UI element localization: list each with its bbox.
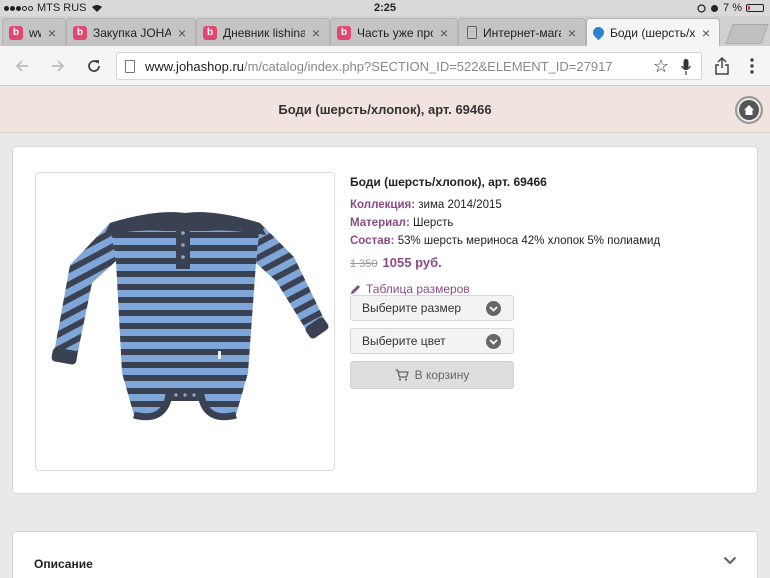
b-logo-icon: b	[9, 25, 23, 40]
tab-3[interactable]: b Дневник lishina ×	[196, 18, 330, 46]
composition-value: 53% шерсть мериноса 42% хлопок 5% полиам…	[397, 235, 661, 247]
b-logo-icon: b	[337, 25, 351, 40]
price-row: 1 350 1055 руб.	[350, 255, 740, 270]
tab-6-active[interactable]: Боди (шерсть/хло ×	[586, 18, 720, 46]
cart-icon	[395, 369, 409, 381]
product-info: Боди (шерсть/хлопок), арт. 69466 Коллекц…	[350, 175, 740, 296]
color-select-label: Выберите цвет	[362, 334, 446, 348]
document-icon	[467, 26, 477, 39]
material-value: Шерсть	[412, 217, 454, 229]
material-row: Материал: Шерсть	[350, 217, 740, 229]
tab-label: Дневник lishina	[223, 25, 305, 40]
reload-icon	[88, 60, 100, 72]
page-icon	[125, 60, 135, 73]
tab-close-icon[interactable]: ×	[309, 25, 323, 41]
share-button[interactable]	[711, 55, 733, 77]
address-bar[interactable]: www.johashop.ru/m/catalog/index.php?SECT…	[116, 52, 702, 80]
collection-value: зима 2014/2015	[418, 199, 502, 211]
product-image[interactable]	[35, 172, 335, 471]
url-text[interactable]: www.johashop.ru/m/catalog/index.php?SECT…	[145, 59, 613, 74]
tab-1[interactable]: b www.h ×	[2, 18, 66, 46]
new-price: 1055 руб.	[382, 255, 442, 270]
composition-row: Состав: 53% шерсть мериноса 42% хлопок 5…	[350, 235, 740, 247]
microphone-icon[interactable]	[681, 59, 691, 75]
more-vert-icon	[750, 58, 754, 74]
tab-label: Часть уже прос	[357, 25, 433, 40]
url-path: /m/catalog/index.php?SECTION_ID=522&ELEM…	[244, 59, 613, 74]
color-select[interactable]: Выберите цвет	[350, 328, 514, 354]
b-logo-icon: b	[73, 25, 87, 40]
size-table-link[interactable]: Таблица размеров	[350, 282, 740, 296]
arrow-left-icon	[15, 60, 28, 72]
collection-row: Коллекция: зима 2014/2015	[350, 199, 740, 211]
chevron-down-icon[interactable]	[723, 556, 737, 565]
add-to-cart-button[interactable]: В корзину	[350, 361, 514, 389]
b-logo-icon: b	[203, 25, 217, 40]
tab-close-icon[interactable]: ×	[437, 25, 451, 41]
description-accordion[interactable]: Описание	[12, 531, 758, 578]
back-button[interactable]	[10, 54, 34, 78]
page-title: Боди (шерсть/хлопок), арт. 69466	[278, 102, 492, 117]
new-tab-button[interactable]	[725, 24, 769, 44]
tab-5[interactable]: Интернет-магази ×	[458, 18, 586, 46]
bookmark-star-icon[interactable]: ☆	[653, 56, 669, 77]
battery-percent: 7 %	[723, 2, 742, 14]
home-icon	[744, 105, 754, 115]
chevron-down-icon	[486, 301, 501, 316]
tab-label: Интернет-магази	[483, 25, 561, 40]
tab-close-icon[interactable]: ×	[45, 25, 59, 41]
browser-toolbar: www.johashop.ru/m/catalog/index.php?SECT…	[0, 46, 770, 86]
location-icon	[697, 3, 706, 13]
tab-2[interactable]: b Закупка JOHA Ко ×	[66, 18, 196, 46]
url-host: www.johashop.ru	[145, 59, 244, 74]
home-button[interactable]	[735, 96, 763, 124]
clock: 2:25	[373, 2, 397, 14]
tab-close-icon[interactable]: ×	[565, 25, 579, 41]
tab-label: Боди (шерсть/хло	[610, 25, 695, 40]
chevron-down-icon	[486, 334, 501, 349]
size-select-label: Выберите размер	[362, 301, 462, 315]
battery-icon	[746, 4, 764, 12]
drop-icon	[590, 24, 607, 41]
page-header: Боди (шерсть/хлопок), арт. 69466	[0, 87, 770, 133]
old-price: 1 350	[350, 258, 378, 270]
arrow-right-icon	[52, 60, 65, 72]
forward-button[interactable]	[46, 54, 70, 78]
pencil-icon	[351, 284, 360, 294]
bodysuit-image	[36, 173, 334, 470]
product-card: Боди (шерсть/хлопок), арт. 69466 Коллекц…	[12, 146, 758, 494]
menu-button[interactable]	[741, 55, 763, 77]
description-label: Описание	[34, 557, 93, 571]
purchase-controls: Выберите размер Выберите цвет В корзину	[350, 295, 520, 395]
tab-label: Закупка JOHA Ко	[93, 25, 171, 40]
tab-4[interactable]: b Часть уже прос ×	[330, 18, 458, 46]
product-title: Боди (шерсть/хлопок), арт. 69466	[350, 175, 547, 189]
alarm-icon	[711, 4, 719, 12]
collection-label: Коллекция:	[350, 199, 416, 211]
tab-label: www.h	[29, 25, 41, 40]
size-select[interactable]: Выберите размер	[350, 295, 514, 321]
composition-label: Состав:	[350, 235, 395, 247]
tab-close-icon[interactable]: ×	[699, 25, 713, 41]
size-table-label: Таблица размеров	[366, 282, 470, 296]
add-to-cart-label: В корзину	[414, 368, 470, 382]
reload-button[interactable]	[82, 54, 106, 78]
tab-bar: b www.h × b Закупка JOHA Ко × b Дневник …	[0, 16, 770, 46]
status-bar: MTS RUS 2:25 7 %	[0, 0, 770, 16]
tab-close-icon[interactable]: ×	[175, 25, 189, 41]
share-icon	[715, 57, 729, 75]
material-label: Материал:	[350, 217, 410, 229]
